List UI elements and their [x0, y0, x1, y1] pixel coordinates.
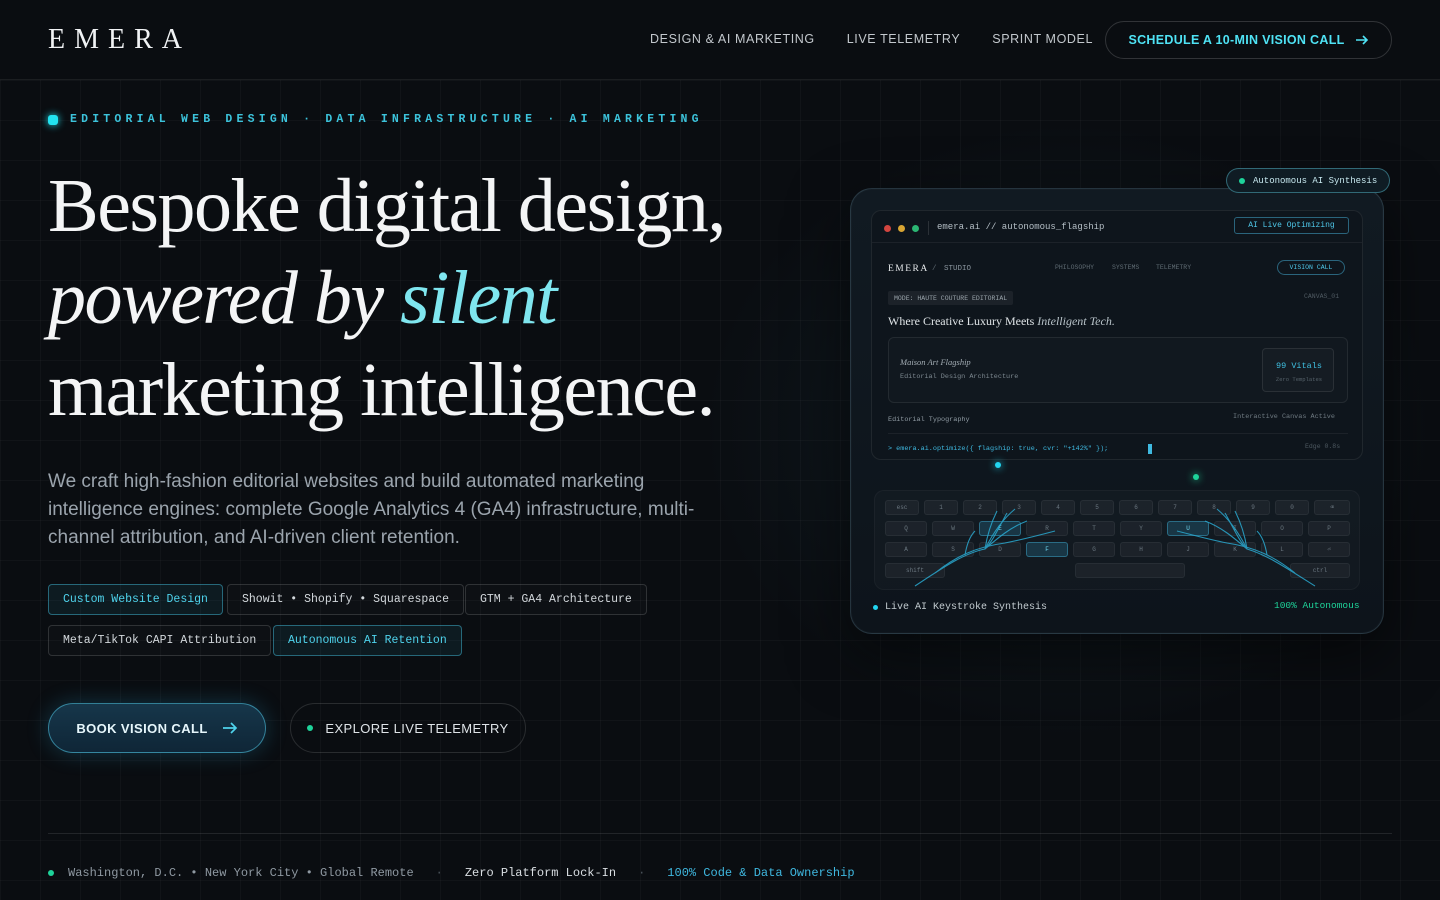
mock-site-logo: EMERA: [888, 264, 929, 274]
main-nav: DESIGN & AI MARKETING LIVE TELEMETRY SPR…: [650, 32, 1093, 46]
explore-telemetry-label: EXPLORE LIVE TELEMETRY: [325, 720, 509, 736]
footer-strip: Washington, D.C. • New York City • Globa…: [48, 866, 855, 880]
separator-dot: ·: [435, 866, 443, 880]
url-divider: [928, 221, 929, 235]
footer-ownership: 100% Code & Data Ownership: [667, 866, 855, 880]
keystroke-dot-icon: [873, 605, 878, 610]
mock-nav-systems: SYSTEMS: [1112, 264, 1140, 271]
mockup-screen: emera.ai // autonomous_flagship AI Live …: [871, 210, 1363, 460]
tag-platforms[interactable]: Showit • Shopify • Squarespace: [227, 584, 465, 615]
tag-capi-attribution[interactable]: Meta/TikTok CAPI Attribution: [48, 625, 272, 656]
mock-divider: [888, 433, 1348, 434]
mock-vision-call-button: VISION CALL: [1277, 260, 1345, 275]
headline-line-1: Bespoke digital design,: [48, 164, 726, 248]
schedule-call-button[interactable]: SCHEDULE A 10-MIN VISION CALL: [1105, 21, 1392, 59]
ai-synthesis-label: Autonomous AI Synthesis: [1253, 175, 1378, 186]
explore-telemetry-button[interactable]: EXPLORE LIVE TELEMETRY: [290, 703, 526, 753]
arrow-right-icon: [1355, 35, 1368, 45]
headline-line-2-a: powered by: [48, 256, 401, 340]
ai-synthesis-badge: Autonomous AI Synthesis: [1226, 168, 1390, 193]
mock-site-section: STUDIO: [944, 265, 972, 273]
mock-keyboard: esc 1 2 3 4 5 6 7 8 9 0 ⌫ Q W E R T Y U …: [874, 490, 1360, 590]
mock-edge-time: Edge 0.8s: [1305, 443, 1341, 450]
mock-card-title: Maison Art Flagship: [900, 357, 971, 367]
mock-status-left: Live AI Keystroke Synthesis: [885, 602, 1048, 613]
hero-headline: Bespoke digital design, powered by silen…: [48, 160, 748, 436]
mock-card-subtitle: Editorial Design Architecture: [900, 373, 1019, 381]
schedule-call-label: SCHEDULE A 10-MIN VISION CALL: [1128, 33, 1345, 47]
window-maximize-dot: [912, 225, 919, 232]
headline-line-2: powered by silent: [48, 252, 748, 344]
tag-ai-retention[interactable]: Autonomous AI Retention: [273, 625, 462, 656]
typing-hands-icon: [914, 508, 1316, 587]
headline-line-3: marketing intelligence.: [48, 348, 716, 432]
hero-eyebrow: EDITORIAL WEB DESIGN · DATA INFRASTRUCTU…: [48, 113, 703, 126]
nav-design-ai-marketing[interactable]: DESIGN & AI MARKETING: [650, 32, 815, 46]
mock-headline-b: Intelligent Tech.: [1037, 314, 1115, 328]
mock-flagship-card: Maison Art Flagship Editorial Design Arc…: [888, 337, 1348, 403]
signal-node-icon: [995, 462, 1001, 468]
mock-headline: Where Creative Luxury Meets Intelligent …: [888, 314, 1115, 329]
mock-vitals-sub: Zero Templates: [1275, 376, 1323, 383]
location-dot-icon: [48, 870, 54, 876]
nav-sprint-model[interactable]: SPRINT MODEL: [992, 32, 1093, 46]
window-close-dot: [884, 225, 891, 232]
live-dot-icon: [1239, 177, 1245, 184]
mock-headline-a: Where Creative Luxury Meets: [888, 314, 1038, 328]
signal-node-icon: [1193, 474, 1199, 480]
mock-vitals-value: 99 Vitals: [1276, 361, 1322, 371]
mock-canvas-active: Interactive Canvas Active: [1233, 413, 1335, 421]
window-minimize-dot: [898, 225, 905, 232]
footer-locations: Washington, D.C. • New York City • Globa…: [68, 866, 414, 880]
mockup-url: emera.ai // autonomous_flagship: [937, 222, 1105, 232]
hero-description: We craft high-fashion editorial websites…: [48, 471, 695, 548]
book-vision-call-label: BOOK VISION CALL: [76, 720, 208, 736]
cursor-icon: [1148, 444, 1152, 454]
status-dot-icon: [48, 114, 58, 125]
book-vision-call-button[interactable]: BOOK VISION CALL: [48, 703, 266, 753]
ai-optimizing-badge: AI Live Optimizing: [1234, 217, 1349, 234]
tag-custom-website-design[interactable]: Custom Website Design: [48, 584, 223, 615]
mock-mode-badge: MODE: HAUTE COUTURE EDITORIAL: [888, 291, 1014, 305]
mock-slash: /: [932, 265, 937, 273]
brand-logo[interactable]: EMERA: [48, 24, 191, 56]
headline-highlight: silent: [400, 256, 557, 340]
mock-status-right: 100% Autonomous: [1274, 600, 1360, 611]
mock-command-line: > emera.ai.optimize({ flagship: true, cv…: [888, 445, 1109, 453]
site-header: EMERA DESIGN & AI MARKETING LIVE TELEMET…: [0, 0, 1440, 80]
eyebrow-text: EDITORIAL WEB DESIGN · DATA INFRASTRUCTU…: [70, 113, 703, 126]
tag-gtm-ga4[interactable]: GTM + GA4 Architecture: [465, 584, 647, 615]
mock-nav-telemetry: TELEMETRY: [1156, 264, 1192, 271]
live-dot-icon: [307, 725, 314, 731]
footer-divider: [48, 833, 1392, 834]
browser-bar-divider: [872, 242, 1362, 243]
mock-canvas-label: CANVAS_01: [1304, 293, 1340, 300]
arrow-right-icon: [222, 722, 237, 734]
mock-nav-philosophy: PHILOSOPHY: [1055, 264, 1095, 271]
mock-typography-label: Editorial Typography: [888, 416, 970, 424]
nav-live-telemetry[interactable]: LIVE TELEMETRY: [847, 32, 961, 46]
separator-dot: ·: [638, 866, 646, 880]
mock-vitals-box: 99 Vitals Zero Templates: [1262, 348, 1334, 392]
footer-lockin: Zero Platform Lock-In: [464, 866, 617, 880]
